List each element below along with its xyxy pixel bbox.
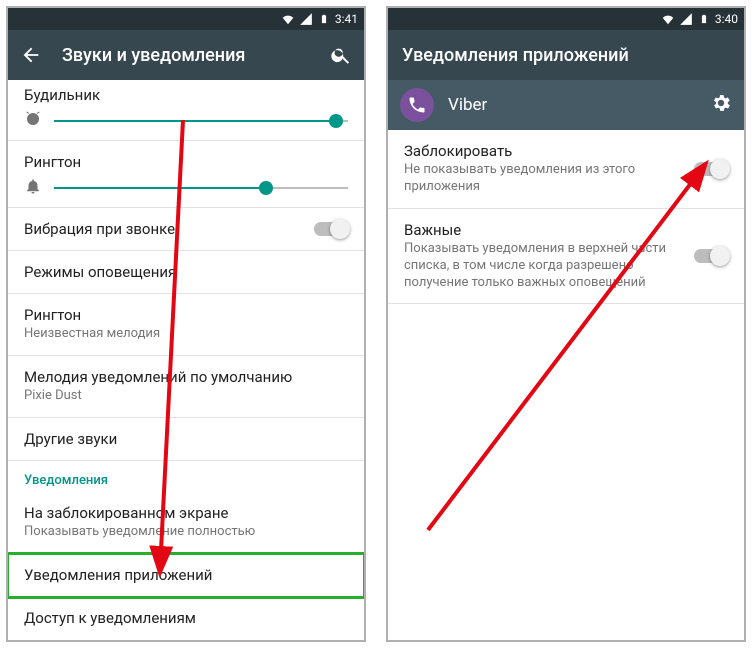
ringtone2-sub: Неизвестная мелодия bbox=[24, 326, 348, 343]
app-subbar: Viber bbox=[388, 80, 744, 130]
section-notifications-label: Уведомления bbox=[24, 473, 348, 488]
viber-app-icon bbox=[400, 88, 434, 122]
toolbar-title: Уведомления приложений bbox=[402, 45, 732, 66]
row-alarm: Будильник bbox=[8, 80, 364, 141]
signal-icon bbox=[299, 12, 313, 26]
gear-icon[interactable] bbox=[710, 92, 732, 118]
vibrate-switch[interactable] bbox=[314, 222, 348, 236]
row-app-notifications[interactable]: Уведомления приложений bbox=[8, 554, 364, 597]
other-sounds-label: Другие звуки bbox=[24, 430, 348, 448]
row-notif-access[interactable]: Доступ к уведомлениям bbox=[8, 597, 364, 639]
row-lockscreen[interactable]: На заблокированном экране Показывать уве… bbox=[8, 492, 364, 554]
row-vibrate[interactable]: Вибрация при звонке bbox=[8, 208, 364, 251]
vibrate-label: Вибрация при звонке bbox=[24, 220, 314, 238]
row-block[interactable]: Заблокировать Не показывать уведомления … bbox=[388, 130, 744, 209]
status-bar: 3:41 bbox=[8, 8, 364, 30]
modes-label: Режимы оповещения bbox=[24, 263, 348, 281]
alarm-icon bbox=[24, 110, 42, 132]
lockscreen-label: На заблокированном экране bbox=[24, 504, 348, 522]
bell-icon bbox=[24, 177, 42, 199]
phone-right: 3:40 Уведомления приложений Viber Заблок… bbox=[386, 6, 746, 642]
alarm-label: Будильник bbox=[24, 86, 348, 104]
ringtone2-label: Рингтон bbox=[24, 306, 348, 324]
row-ringtone-slider: Рингтон bbox=[8, 141, 364, 208]
app-notifications-label: Уведомления приложений bbox=[24, 566, 348, 584]
lockscreen-sub: Показывать уведомление полностью bbox=[24, 524, 348, 541]
important-sub: Показывать уведомления в верхней части с… bbox=[404, 241, 694, 292]
block-switch[interactable] bbox=[694, 162, 728, 176]
battery-icon bbox=[697, 12, 711, 26]
important-switch[interactable] bbox=[694, 249, 728, 263]
app-bar: Уведомления приложений bbox=[388, 30, 744, 80]
status-bar: 3:40 bbox=[388, 8, 744, 30]
status-time: 3:40 bbox=[715, 12, 738, 26]
notif-sound-sub: Pixie Dust bbox=[24, 388, 348, 405]
row-notif-sound[interactable]: Мелодия уведомлений по умолчанию Pixie D… bbox=[8, 356, 364, 418]
content-left: Будильник Рингтон bbox=[8, 80, 364, 640]
phone-left: 3:41 Звуки и уведомления Будильник bbox=[6, 6, 366, 642]
row-ringtone2[interactable]: Рингтон Неизвестная мелодия bbox=[8, 294, 364, 356]
row-other-sounds[interactable]: Другие звуки bbox=[8, 418, 364, 461]
back-icon[interactable] bbox=[20, 44, 42, 66]
block-sub: Не показывать уведомления из этого прило… bbox=[404, 162, 694, 196]
important-label: Важные bbox=[404, 221, 694, 239]
notif-sound-label: Мелодия уведомлений по умолчанию bbox=[24, 368, 348, 386]
alarm-slider[interactable] bbox=[54, 120, 348, 122]
wifi-icon bbox=[281, 12, 295, 26]
signal-icon bbox=[679, 12, 693, 26]
status-time: 3:41 bbox=[335, 12, 358, 26]
row-important[interactable]: Важные Показывать уведомления в верхней … bbox=[388, 209, 744, 305]
ringtone-slider[interactable] bbox=[54, 187, 348, 189]
app-name: Viber bbox=[448, 95, 696, 115]
search-icon[interactable] bbox=[330, 44, 352, 66]
wifi-icon bbox=[661, 12, 675, 26]
notif-access-label: Доступ к уведомлениям bbox=[24, 609, 348, 627]
battery-icon bbox=[317, 12, 331, 26]
ringtone-label: Рингтон bbox=[24, 153, 348, 171]
block-label: Заблокировать bbox=[404, 142, 694, 160]
row-modes[interactable]: Режимы оповещения bbox=[8, 251, 364, 294]
toolbar-title: Звуки и уведомления bbox=[62, 45, 310, 66]
app-bar: Звуки и уведомления bbox=[8, 30, 364, 80]
section-notifications: Уведомления bbox=[8, 461, 364, 492]
content-right: Заблокировать Не показывать уведомления … bbox=[388, 130, 744, 640]
